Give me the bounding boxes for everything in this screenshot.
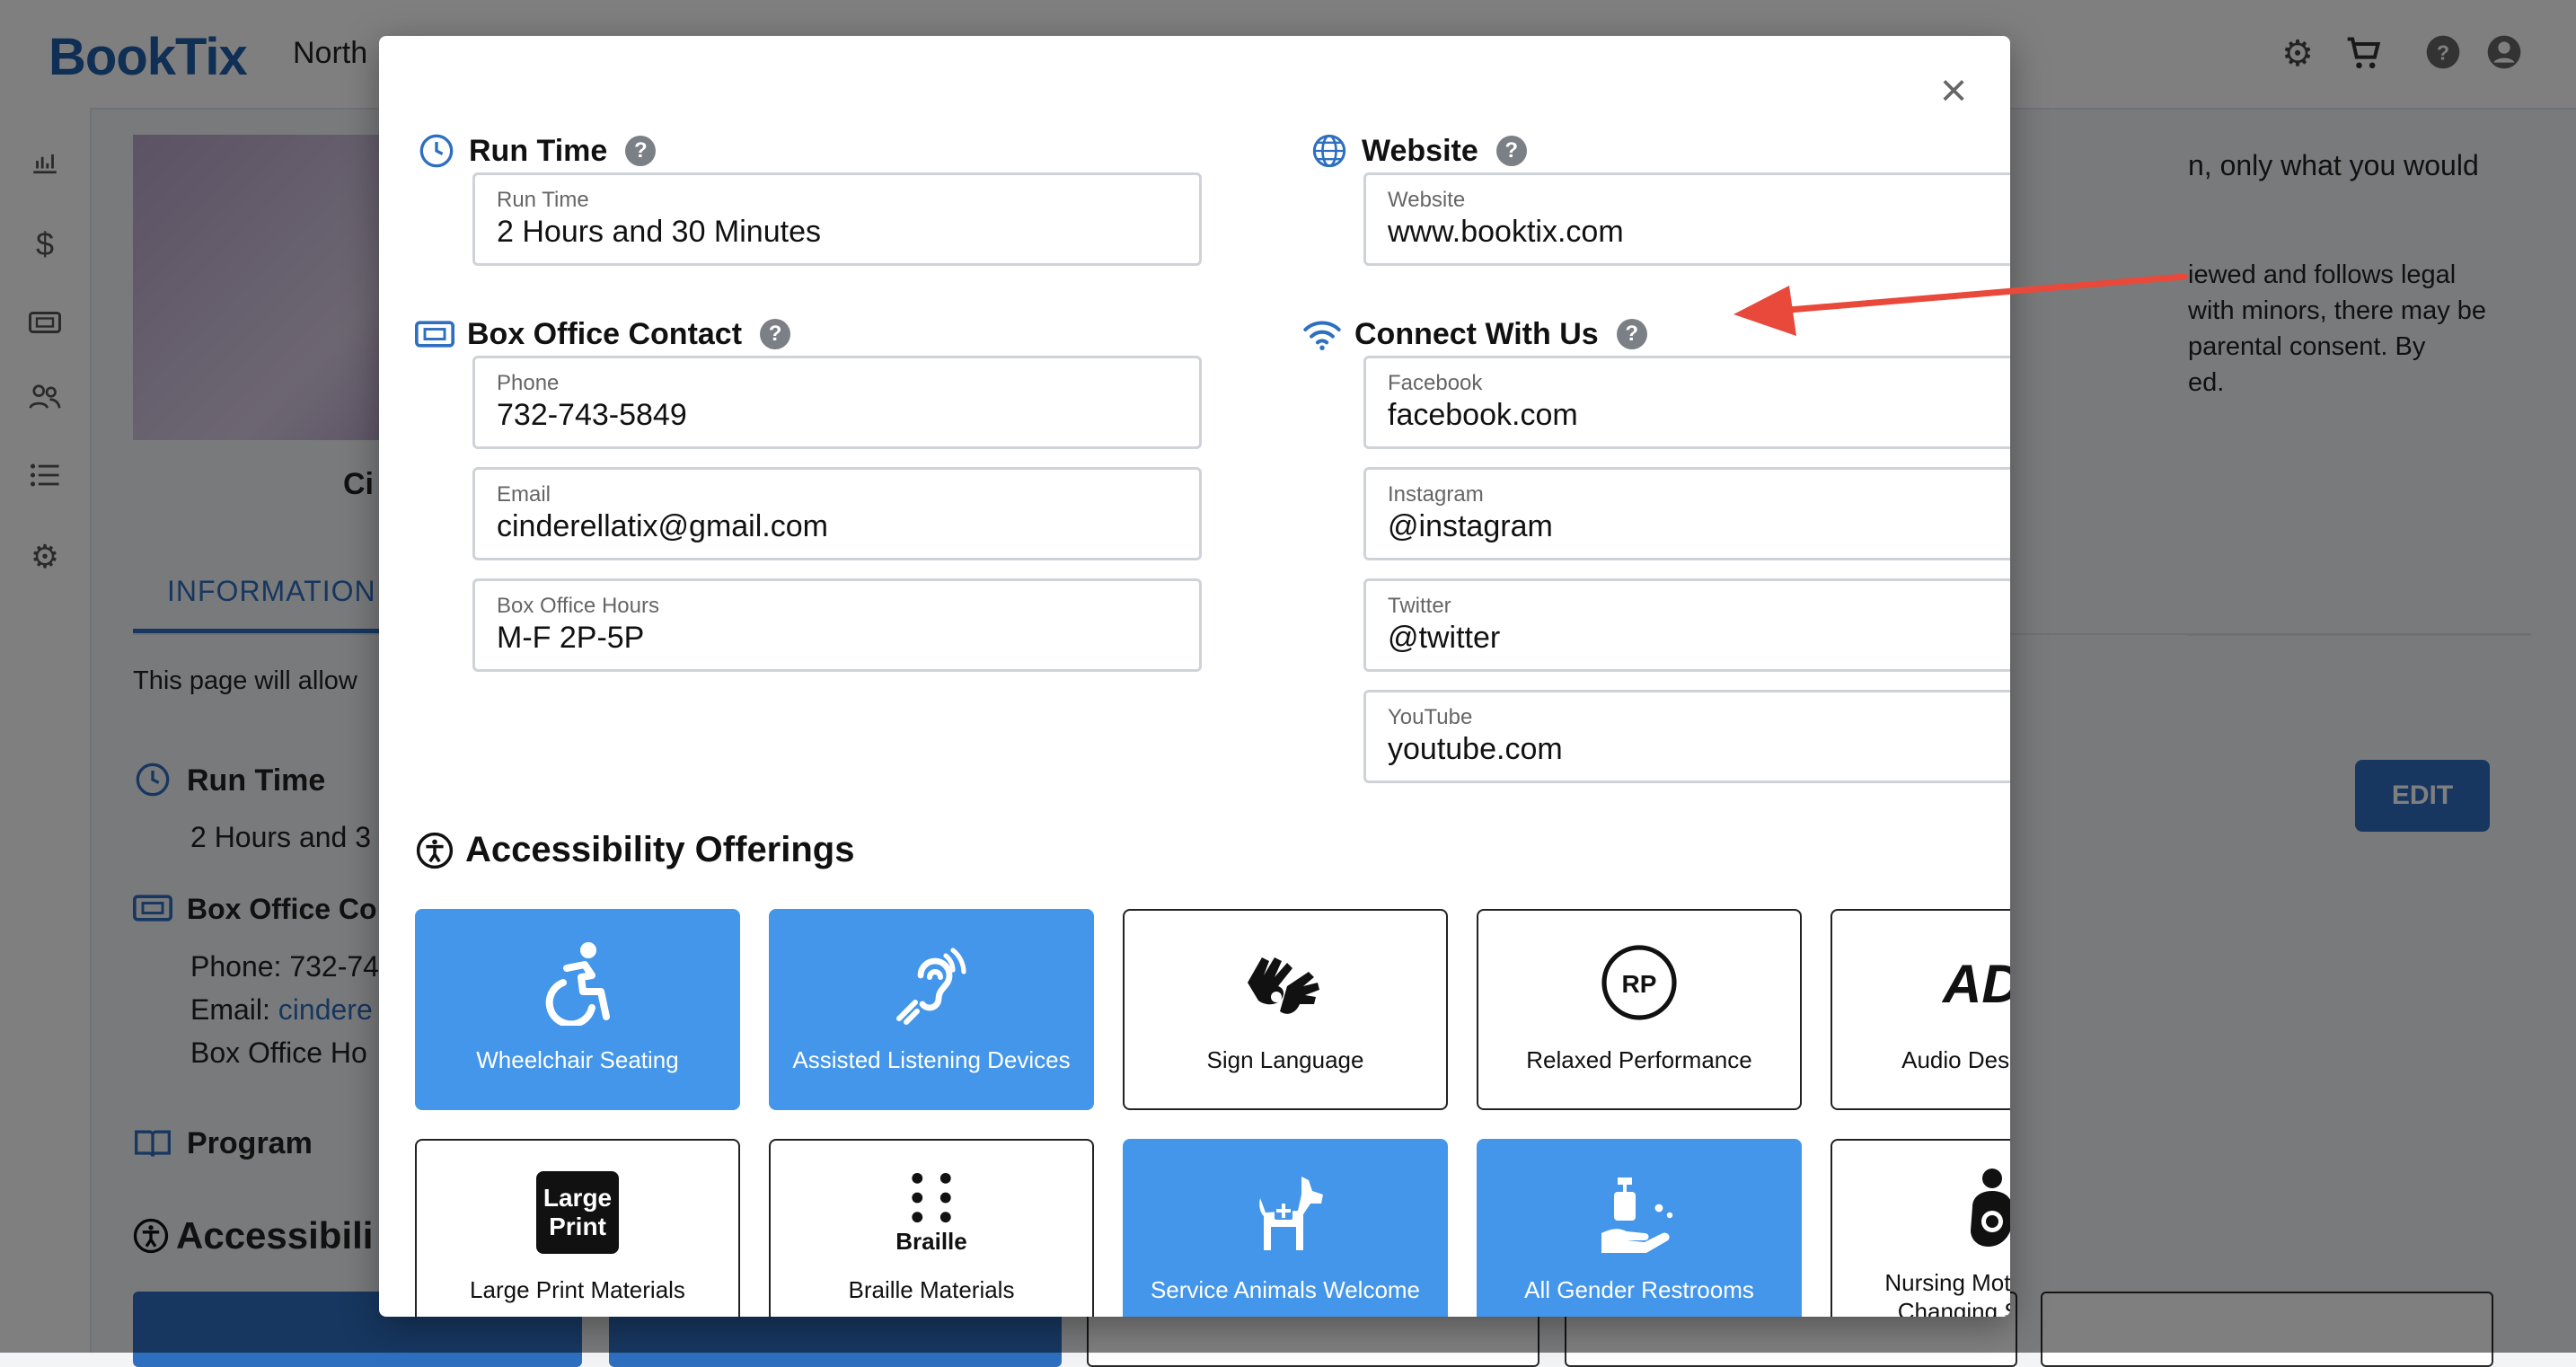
accessibility-heading: Accessibility Offerings bbox=[415, 830, 854, 870]
website-field[interactable]: Website bbox=[1363, 172, 2010, 266]
service-dog-icon bbox=[1240, 1169, 1330, 1256]
accessibility-card-label: Relaxed Performance bbox=[1526, 1046, 1752, 1073]
help-icon[interactable]: ? bbox=[625, 136, 657, 166]
audio-description-icon: AD bbox=[1939, 939, 2010, 1026]
braille-icon: Braille bbox=[895, 1169, 967, 1256]
box-office-hours-field[interactable]: Box Office Hours bbox=[472, 578, 1202, 672]
twitter-label: Twitter bbox=[1388, 594, 1451, 618]
help-icon[interactable]: ? bbox=[1616, 319, 1647, 349]
accessibility-card-label: Braille Materials bbox=[848, 1276, 1015, 1303]
phone-field[interactable]: Phone bbox=[472, 356, 1202, 449]
connect-heading: Connect With Us ? bbox=[1302, 314, 1647, 354]
accessibility-card-nursing[interactable]: Nursing Mothers and Changing Stations bbox=[1831, 1139, 2010, 1317]
braille-icon-text: Braille bbox=[895, 1228, 967, 1255]
facebook-field[interactable]: Facebook bbox=[1363, 356, 2010, 449]
instagram-input[interactable] bbox=[1388, 507, 2010, 545]
wheelchair-icon bbox=[542, 939, 613, 1026]
twitter-input[interactable] bbox=[1388, 619, 2010, 657]
email-input[interactable] bbox=[497, 507, 1178, 545]
clock-icon bbox=[417, 131, 456, 171]
accessibility-icon bbox=[415, 831, 454, 870]
phone-input[interactable] bbox=[497, 396, 1178, 434]
help-icon[interactable]: ? bbox=[760, 319, 791, 349]
nursing-icon bbox=[1962, 1166, 2010, 1252]
accessibility-card-label: Sign Language bbox=[1206, 1046, 1364, 1073]
ticket-icon bbox=[415, 314, 454, 354]
youtube-input[interactable] bbox=[1388, 730, 2010, 768]
box-office-heading: Box Office Contact ? bbox=[415, 314, 791, 354]
accessibility-title: Accessibility Offerings bbox=[465, 830, 855, 869]
close-button[interactable]: × bbox=[1933, 67, 1974, 114]
restroom-icon bbox=[1598, 1169, 1681, 1256]
accessibility-card-label: Service Animals Welcome bbox=[1150, 1276, 1421, 1303]
rp-icon-text: RP bbox=[1622, 970, 1657, 998]
accessibility-card-label: Nursing Mothers and Changing Stations bbox=[1884, 1269, 2010, 1317]
run-time-title: Run Time bbox=[469, 133, 608, 168]
accessibility-card-relaxed[interactable]: RP Relaxed Performance bbox=[1477, 909, 1802, 1110]
help-icon[interactable]: ? bbox=[1495, 136, 1527, 166]
box-office-title: Box Office Contact bbox=[467, 316, 743, 351]
rp-icon: RP bbox=[1601, 939, 1678, 1026]
ad-icon-text: AD bbox=[1941, 954, 2010, 1014]
annotation-arrow bbox=[1734, 273, 2188, 336]
accessibility-card-label: Large Print Materials bbox=[470, 1276, 685, 1303]
box-office-hours-label: Box Office Hours bbox=[497, 594, 659, 618]
accessibility-card-label: All Gender Restrooms bbox=[1524, 1276, 1754, 1303]
phone-label: Phone bbox=[497, 371, 560, 395]
accessibility-card-label: Wheelchair Seating bbox=[476, 1046, 679, 1073]
accessibility-card-large-print[interactable]: Large Print Large Print Materials bbox=[415, 1139, 740, 1317]
accessibility-card-wheelchair[interactable]: Wheelchair Seating bbox=[415, 909, 740, 1110]
large-print-icon: Large Print bbox=[536, 1169, 619, 1256]
twitter-field[interactable]: Twitter bbox=[1363, 578, 2010, 672]
accessibility-card-listening[interactable]: Assisted Listening Devices bbox=[769, 909, 1094, 1110]
accessibility-card-service-animals[interactable]: Service Animals Welcome bbox=[1123, 1139, 1448, 1317]
email-label: Email bbox=[497, 482, 551, 507]
run-time-label: Run Time bbox=[497, 188, 589, 212]
box-office-hours-input[interactable] bbox=[497, 619, 1178, 657]
youtube-field[interactable]: YouTube bbox=[1363, 690, 2010, 783]
website-title: Website bbox=[1362, 133, 1478, 168]
hearing-icon bbox=[891, 939, 972, 1026]
run-time-field[interactable]: Run Time bbox=[472, 172, 1202, 266]
website-input[interactable] bbox=[1388, 213, 2010, 251]
run-time-input[interactable] bbox=[497, 213, 1178, 251]
run-time-heading: Run Time ? bbox=[417, 131, 657, 171]
globe-icon bbox=[1310, 131, 1349, 171]
accessibility-card-audio-description[interactable]: AD Audio Description bbox=[1831, 909, 2010, 1110]
instagram-field[interactable]: Instagram bbox=[1363, 467, 2010, 560]
accessibility-card-sign-language[interactable]: Sign Language bbox=[1123, 909, 1448, 1110]
wifi-icon bbox=[1302, 314, 1342, 354]
instagram-label: Instagram bbox=[1388, 482, 1484, 507]
sign-language-icon bbox=[1240, 939, 1330, 1026]
facebook-label: Facebook bbox=[1388, 371, 1483, 395]
edit-information-modal: × Run Time ? Run Time Website ? Website … bbox=[379, 36, 2010, 1317]
facebook-input[interactable] bbox=[1388, 396, 2010, 434]
accessibility-card-label: Assisted Listening Devices bbox=[792, 1046, 1071, 1073]
connect-title: Connect With Us bbox=[1354, 316, 1599, 351]
large-print-icon-text: Large Print bbox=[536, 1171, 619, 1254]
accessibility-card-restrooms[interactable]: All Gender Restrooms bbox=[1477, 1139, 1802, 1317]
email-field[interactable]: Email bbox=[472, 467, 1202, 560]
accessibility-card-label: Audio Description bbox=[1901, 1046, 2010, 1073]
accessibility-card-braille[interactable]: Braille Braille Materials bbox=[769, 1139, 1094, 1317]
website-heading: Website ? bbox=[1310, 131, 1527, 171]
website-label: Website bbox=[1388, 188, 1466, 212]
youtube-label: YouTube bbox=[1388, 705, 1473, 729]
